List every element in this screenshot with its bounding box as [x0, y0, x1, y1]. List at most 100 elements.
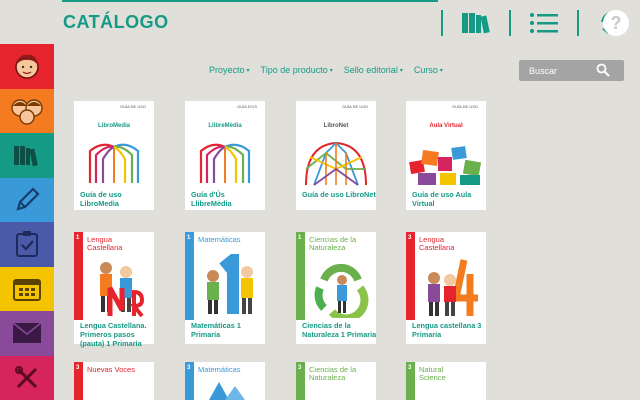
book-card[interactable]: 3 Ciencias de la Naturaleza — [296, 362, 376, 400]
book-card[interactable]: 1 Matemáticas Matemáticas 1 Primaria — [185, 232, 265, 344]
book-card[interactable]: 1 Ciencias de la Naturaleza Ciencias de … — [296, 232, 376, 344]
envelope-icon — [12, 322, 42, 344]
book-card[interactable]: 3 Nuevas Voces — [74, 362, 154, 400]
cover-label: GUÍA DE USO — [341, 104, 368, 109]
book-subject: Ciencias de la Naturaleza — [309, 235, 357, 252]
book-title: Guía de uso LibroMedia — [80, 190, 122, 208]
book-card[interactable]: 3 Natural Science — [406, 362, 486, 400]
chevron-down-icon: ▾ — [399, 67, 403, 74]
grade-number: 1 — [187, 235, 191, 241]
filter-tipo-producto[interactable]: Tipo de producto ▾ — [261, 65, 333, 75]
grade-number: 3 — [76, 365, 80, 371]
geometric-shapes-illustration — [209, 382, 245, 400]
book-cover: GUÍA DE USO Aula Virtual — [406, 101, 486, 189]
book-card[interactable]: GUÍA DE USO LibroMedia Guía de uso Libro… — [74, 101, 154, 210]
kid-recycle-illustration — [314, 263, 369, 318]
book-cover: 3 Nuevas Voces — [74, 362, 154, 400]
sidebar-item-tasks[interactable] — [0, 222, 54, 267]
book-card[interactable]: 1 Lengua Castellana Lengua Castellana. P… — [74, 232, 154, 348]
book-title: Lengua castellana 3 Primaria — [412, 321, 482, 339]
book-rainbow-icon — [199, 143, 251, 183]
search-input[interactable] — [529, 65, 599, 76]
book-spine: 3 — [74, 362, 83, 400]
book-cover: 3 Lengua Castellana — [406, 232, 486, 320]
toolbar-divider — [577, 10, 579, 36]
chevron-down-icon: ▾ — [329, 67, 333, 74]
toolbar-divider — [441, 10, 443, 36]
grade-number: 1 — [298, 235, 302, 241]
group-faces-icon — [11, 99, 43, 125]
book-card[interactable]: GUÍA DE USO LibroNet Guía de uso LibroNe… — [296, 101, 376, 210]
sidebar-item-edit[interactable] — [0, 177, 54, 222]
kids-illustration — [428, 259, 478, 316]
search-icon[interactable] — [596, 63, 610, 77]
book-spine: 3 — [406, 362, 415, 400]
cover-brand: Aula Virtual — [429, 123, 463, 129]
cover-brand: LlibreMèdia — [208, 123, 242, 129]
book-spine: 1 — [74, 232, 83, 320]
book-cover: 1 Ciencias de la Naturaleza — [296, 232, 376, 320]
top-accent-line — [62, 0, 438, 2]
cover-brand: LibroNet — [323, 123, 349, 129]
library-button[interactable] — [447, 8, 505, 38]
library-books-icon — [462, 13, 490, 34]
sidebar-item-calendar[interactable] — [0, 266, 54, 311]
book-subject: Matemáticas — [198, 365, 241, 374]
grade-number: 3 — [408, 365, 412, 371]
kids-number-illustration — [207, 254, 253, 314]
book-cover: 3 Matemáticas — [185, 362, 265, 400]
sidebar-item-student[interactable] — [0, 44, 54, 89]
book-card[interactable]: GUIA D'ÚS LlibreMèdia Guía d'Ús LlibreMè… — [185, 101, 265, 210]
search-box — [519, 60, 624, 81]
help-button[interactable]: ? — [603, 10, 629, 36]
book-subject: Ciencias de la Naturaleza — [309, 365, 357, 382]
filter-sello-editorial[interactable]: Sello editorial ▾ — [344, 65, 403, 75]
chevron-down-icon: ▾ — [439, 67, 443, 74]
book-cover: 3 Natural Science — [406, 362, 486, 400]
book-title: Ciencias de la Naturaleza 1 Primaria — [302, 321, 377, 339]
cover-brand: LibroMedia — [97, 123, 130, 129]
book-cover: GUIA D'ÚS LlibreMèdia — [185, 101, 265, 189]
pencil-icon — [16, 187, 40, 211]
book-spine: 3 — [185, 362, 194, 400]
book-card[interactable]: GUÍA DE USO Aula Virtual Guía de uso Aul… — [406, 101, 486, 210]
sidebar-item-groups[interactable] — [0, 88, 54, 133]
network-globe-icon — [305, 141, 367, 186]
filter-curso[interactable]: Curso ▾ — [414, 65, 443, 75]
book-title: Guía de uso Aula Virtual — [412, 190, 472, 208]
calendar-icon — [13, 278, 41, 301]
book-title: Guía de uso LibroNet — [302, 190, 376, 199]
grade-number: 3 — [408, 235, 412, 241]
cover-label: GUIA D'ÚS — [237, 104, 257, 109]
page-title: CATÁLOGO — [63, 12, 169, 32]
filter-label: Proyecto — [209, 65, 245, 75]
grade-number: 3 — [187, 365, 191, 371]
grade-number: 1 — [76, 235, 80, 241]
book-spine: 3 — [406, 232, 415, 320]
book-spine: 1 — [296, 232, 305, 320]
filter-label: Sello editorial — [343, 65, 398, 75]
filter-proyecto[interactable]: Proyecto ▾ — [209, 65, 250, 75]
sidebar-item-tools[interactable] — [0, 355, 54, 400]
book-subject: Lengua Castellana — [87, 235, 123, 252]
book-spine: 3 — [296, 362, 305, 400]
book-subject: Nuevas Voces — [87, 365, 135, 374]
kids-letters-illustration — [100, 262, 145, 318]
cover-label: GUÍA DE USO — [119, 104, 146, 109]
book-subject: Natural Science — [419, 365, 446, 382]
filter-label: Curso — [413, 65, 438, 75]
grade-number: 3 — [298, 365, 302, 371]
filter-bar: Proyecto ▾ Tipo de producto ▾ Sello editor… — [209, 65, 443, 75]
book-card[interactable]: 3 Lengua Castellana Lengua castellana 3 … — [406, 232, 486, 344]
list-view-button[interactable] — [515, 8, 573, 38]
list-menu-icon — [530, 13, 558, 33]
book-cover: 1 Lengua Castellana — [74, 232, 154, 320]
help-icon: ? — [610, 12, 622, 33]
book-subject: Lengua Castellana — [419, 235, 455, 252]
sidebar-item-books[interactable] — [0, 133, 54, 178]
sidebar-item-messages[interactable] — [0, 311, 54, 356]
book-title: Lengua Castellana. Primeros pasos (pauta… — [80, 321, 147, 348]
book-card[interactable]: 3 Matemáticas — [185, 362, 265, 400]
book-cover: GUÍA DE USO LibroNet — [296, 101, 376, 189]
sidebar — [0, 44, 54, 400]
